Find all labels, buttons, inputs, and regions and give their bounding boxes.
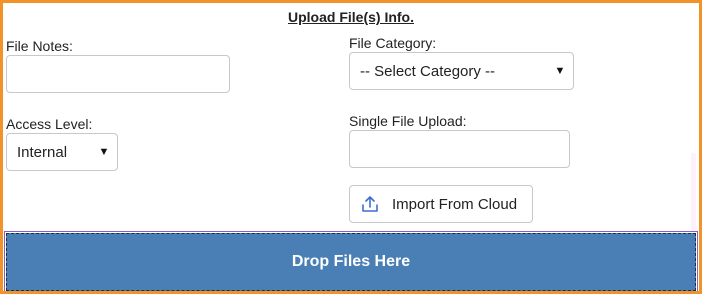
single-upload-label: Single File Upload: bbox=[349, 113, 467, 129]
access-level-label: Access Level: bbox=[6, 116, 93, 132]
import-from-cloud-button[interactable]: Import From Cloud bbox=[349, 185, 533, 223]
dropdown-caret-icon: ▼ bbox=[98, 146, 110, 158]
single-upload-input[interactable] bbox=[349, 130, 570, 168]
file-notes-input[interactable] bbox=[6, 55, 230, 93]
drop-files-label: Drop Files Here bbox=[291, 253, 411, 270]
side-divider bbox=[691, 153, 696, 233]
file-category-select[interactable]: -- Select Category -- ▼ bbox=[349, 52, 574, 90]
access-level-select[interactable]: Internal ▼ bbox=[6, 133, 118, 171]
access-level-selected: Internal bbox=[17, 143, 68, 161]
dropdown-caret-icon: ▼ bbox=[554, 65, 566, 77]
form-title: Upload File(s) Info. bbox=[288, 9, 414, 25]
import-from-cloud-label: Import From Cloud bbox=[392, 195, 518, 213]
drop-files-zone[interactable]: Drop Files Here bbox=[4, 231, 698, 291]
upload-icon bbox=[362, 196, 378, 212]
file-category-label: File Category: bbox=[349, 35, 437, 51]
upload-form-panel: Upload File(s) Info. File Notes: File Ca… bbox=[0, 0, 702, 294]
file-category-selected: -- Select Category -- bbox=[360, 62, 496, 80]
file-notes-label: File Notes: bbox=[6, 38, 73, 54]
